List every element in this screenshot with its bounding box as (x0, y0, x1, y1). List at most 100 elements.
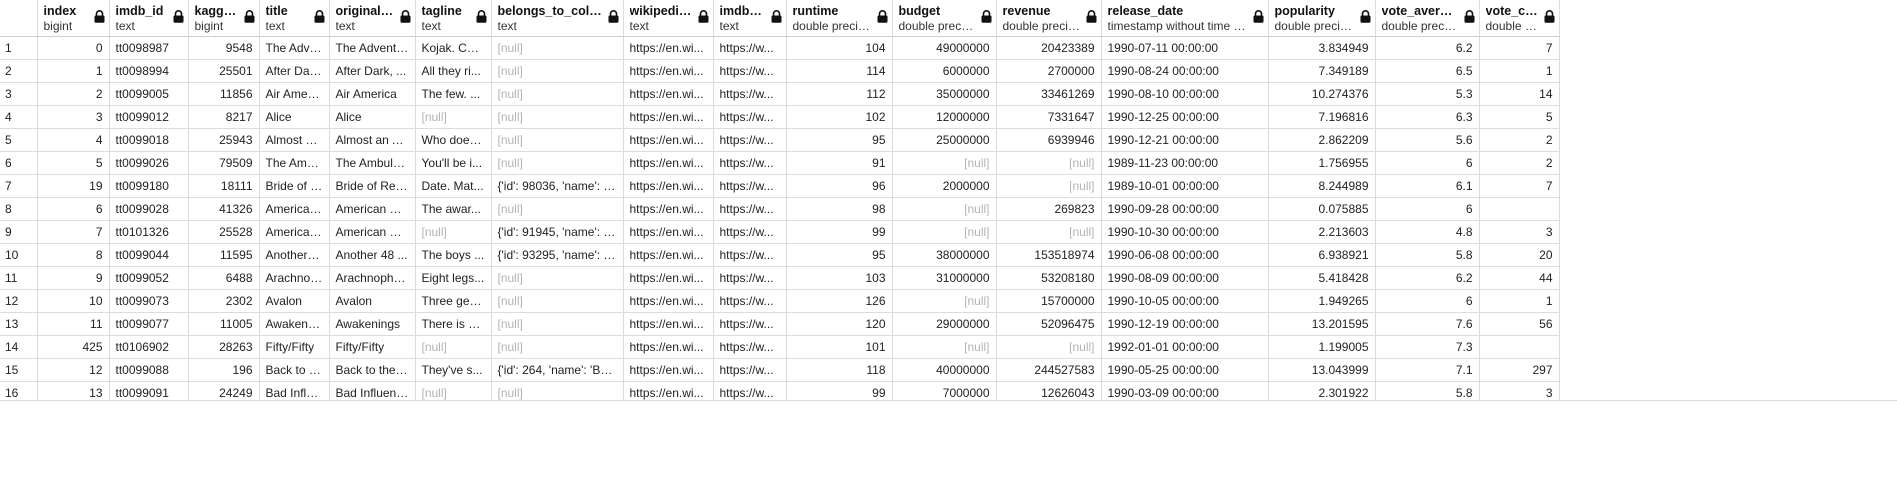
column-header-original-title[interactable]: original_title text (329, 0, 416, 37)
row-number[interactable]: 9 (0, 220, 38, 244)
cell-imdb-id[interactable]: tt0099018 (109, 128, 189, 152)
cell-index[interactable]: 425 (37, 335, 110, 359)
cell-runtime[interactable]: 99 (786, 220, 893, 244)
cell-title[interactable]: Bad Influ... (259, 381, 330, 400)
cell-popularity[interactable]: 1.756955 (1268, 151, 1376, 175)
row-number[interactable]: 2 (0, 59, 38, 83)
cell-original-title[interactable]: After Dark, ... (329, 59, 416, 83)
table-row[interactable]: 4 3 tt0099012 8217 Alice Alice [null] [null] htt… (0, 105, 1560, 129)
cell-release-date[interactable]: 1990-12-21 00:00:00 (1101, 128, 1269, 152)
cell-imdb-id[interactable]: tt0099073 (109, 289, 189, 313)
cell-wikipedia-url[interactable]: https://en.wi... (623, 335, 714, 359)
cell-kaggle-id[interactable]: 79509 (188, 151, 260, 175)
cell-vote-average[interactable]: 6 (1375, 289, 1480, 313)
row-number-header[interactable] (0, 0, 38, 37)
cell-belongs-to-collection[interactable]: [null] (491, 128, 624, 152)
cell-tagline[interactable]: Who does... (415, 128, 492, 152)
cell-original-title[interactable]: Almost an A... (329, 128, 416, 152)
cell-imdb-link[interactable]: https://w... (713, 197, 787, 221)
cell-popularity[interactable]: 7.349189 (1268, 59, 1376, 83)
column-header-kaggle-id[interactable]: kaggle_id bigint (188, 0, 260, 37)
cell-kaggle-id[interactable]: 18111 (188, 174, 260, 198)
cell-tagline[interactable]: The boys ... (415, 243, 492, 267)
cell-revenue[interactable]: 12626043 (996, 381, 1102, 400)
cell-runtime[interactable]: 114 (786, 59, 893, 83)
cell-kaggle-id[interactable]: 8217 (188, 105, 260, 129)
cell-vote-average[interactable]: 5.3 (1375, 82, 1480, 106)
cell-revenue[interactable]: 20423389 (996, 36, 1102, 60)
cell-imdb-link[interactable]: https://w... (713, 381, 787, 400)
cell-original-title[interactable]: Awakenings (329, 312, 416, 336)
column-header-vote-average[interactable]: vote_average double precision (1375, 0, 1480, 37)
cell-popularity[interactable]: 2.301922 (1268, 381, 1376, 400)
cell-wikipedia-url[interactable]: https://en.wi... (623, 243, 714, 267)
cell-budget[interactable]: 31000000 (892, 266, 997, 290)
cell-index[interactable]: 2 (37, 82, 110, 106)
cell-imdb-link[interactable]: https://w... (713, 243, 787, 267)
cell-index[interactable]: 1 (37, 59, 110, 83)
cell-title[interactable]: Alice (259, 105, 330, 129)
cell-runtime[interactable]: 126 (786, 289, 893, 313)
cell-vote-count[interactable]: 5 (1479, 105, 1560, 129)
table-row[interactable]: 10 8 tt0099044 11595 Another 4... Another 48 … (0, 243, 1560, 267)
cell-original-title[interactable]: Bad Influence (329, 381, 416, 400)
cell-revenue[interactable]: [null] (996, 220, 1102, 244)
cell-imdb-link[interactable]: https://w... (713, 358, 787, 382)
cell-tagline[interactable]: [null] (415, 335, 492, 359)
column-header-budget[interactable]: budget double precision (892, 0, 997, 37)
cell-popularity[interactable]: 3.834949 (1268, 36, 1376, 60)
cell-kaggle-id[interactable]: 9548 (188, 36, 260, 60)
cell-title[interactable]: Almost an ... (259, 128, 330, 152)
cell-title[interactable]: The Amb... (259, 151, 330, 175)
cell-index[interactable]: 8 (37, 243, 110, 267)
cell-release-date[interactable]: 1990-08-24 00:00:00 (1101, 59, 1269, 83)
cell-vote-count[interactable]: 1 (1479, 289, 1560, 313)
cell-kaggle-id[interactable]: 2302 (188, 289, 260, 313)
column-header-wikipedia-url[interactable]: wikipedia_url text (623, 0, 714, 37)
cell-original-title[interactable]: Arachnopho... (329, 266, 416, 290)
cell-kaggle-id[interactable]: 196 (188, 358, 260, 382)
cell-wikipedia-url[interactable]: https://en.wi... (623, 174, 714, 198)
cell-vote-count[interactable]: 3 (1479, 220, 1560, 244)
cell-wikipedia-url[interactable]: https://en.wi... (623, 220, 714, 244)
cell-revenue[interactable]: [null] (996, 151, 1102, 175)
cell-wikipedia-url[interactable]: https://en.wi... (623, 59, 714, 83)
cell-runtime[interactable]: 98 (786, 197, 893, 221)
table-row[interactable]: 8 6 tt0099028 41326 American... American Dr..… (0, 197, 1560, 221)
cell-revenue[interactable]: 33461269 (996, 82, 1102, 106)
cell-tagline[interactable]: [null] (415, 220, 492, 244)
cell-release-date[interactable]: 1990-07-11 00:00:00 (1101, 36, 1269, 60)
cell-vote-count[interactable]: 1 (1479, 59, 1560, 83)
cell-belongs-to-collection[interactable]: [null] (491, 289, 624, 313)
cell-budget[interactable]: [null] (892, 197, 997, 221)
cell-popularity[interactable]: 13.043999 (1268, 358, 1376, 382)
cell-kaggle-id[interactable]: 11005 (188, 312, 260, 336)
row-number[interactable]: 15 (0, 358, 38, 382)
cell-belongs-to-collection[interactable]: [null] (491, 197, 624, 221)
cell-index[interactable]: 0 (37, 36, 110, 60)
cell-imdb-link[interactable]: https://w... (713, 289, 787, 313)
cell-original-title[interactable]: American Dr... (329, 197, 416, 221)
cell-vote-count[interactable] (1479, 197, 1560, 221)
cell-runtime[interactable]: 99 (786, 381, 893, 400)
cell-original-title[interactable]: Air America (329, 82, 416, 106)
cell-vote-average[interactable]: 6.3 (1375, 105, 1480, 129)
cell-release-date[interactable]: 1990-10-05 00:00:00 (1101, 289, 1269, 313)
cell-budget[interactable]: [null] (892, 220, 997, 244)
cell-tagline[interactable]: There is n... (415, 312, 492, 336)
cell-imdb-link[interactable]: https://w... (713, 174, 787, 198)
cell-budget[interactable]: 38000000 (892, 243, 997, 267)
cell-budget[interactable]: 2000000 (892, 174, 997, 198)
column-header-tagline[interactable]: tagline text (415, 0, 492, 37)
cell-budget[interactable]: 49000000 (892, 36, 997, 60)
cell-release-date[interactable]: 1989-11-23 00:00:00 (1101, 151, 1269, 175)
cell-vote-average[interactable]: 7.6 (1375, 312, 1480, 336)
cell-original-title[interactable]: The Adventu... (329, 36, 416, 60)
cell-revenue[interactable]: 244527583 (996, 358, 1102, 382)
cell-release-date[interactable]: 1990-06-08 00:00:00 (1101, 243, 1269, 267)
cell-imdb-id[interactable]: tt0098987 (109, 36, 189, 60)
column-header-release-date[interactable]: release_date timestamp without time zone (1101, 0, 1269, 37)
cell-index[interactable]: 4 (37, 128, 110, 152)
cell-vote-average[interactable]: 6.2 (1375, 266, 1480, 290)
cell-revenue[interactable]: 2700000 (996, 59, 1102, 83)
